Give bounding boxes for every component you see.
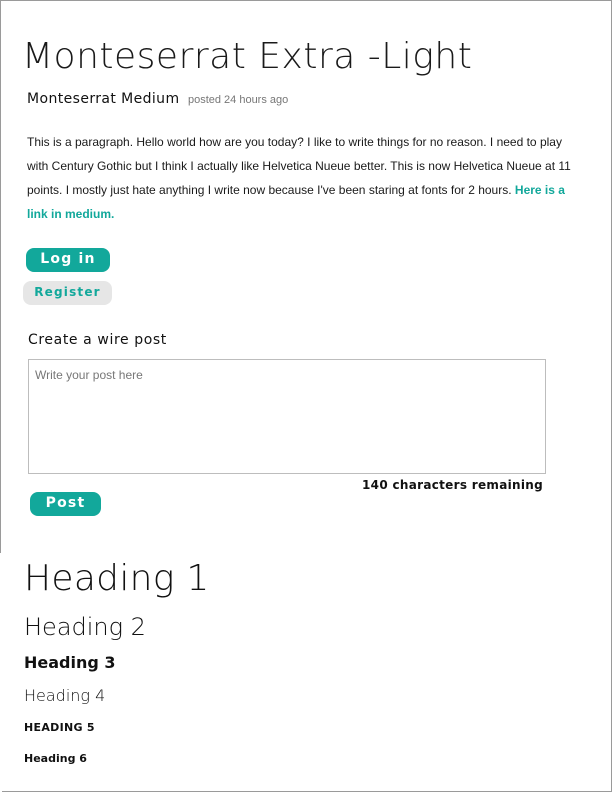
wire-post-label: Create a wire post	[28, 332, 167, 348]
register-button[interactable]: Register	[23, 281, 112, 305]
author-name[interactable]: Monteserrat Medium	[27, 91, 180, 107]
post-button[interactable]: Post	[30, 492, 101, 516]
heading-4: Heading 4	[24, 686, 106, 705]
frame-gap	[0, 553, 2, 794]
byline: Monteserrat Medium posted 24 hours ago	[27, 90, 288, 108]
heading-6: Heading 6	[24, 752, 87, 765]
login-button[interactable]: Log in	[26, 248, 110, 272]
wire-post-input[interactable]	[29, 360, 545, 473]
heading-1: Heading 1	[24, 558, 210, 599]
heading-5: HEADING 5	[24, 721, 95, 734]
post-timestamp: posted 24 hours ago	[187, 94, 289, 106]
page-title: Monteserrat Extra -Light	[22, 36, 473, 77]
body-paragraph: This is a paragraph. Hello world how are…	[27, 130, 577, 226]
wire-post-box	[28, 359, 546, 474]
characters-remaining: 140 characters remaining	[362, 478, 543, 492]
heading-2: Heading 2	[24, 613, 146, 641]
heading-3: Heading 3	[24, 653, 116, 672]
paragraph-text: This is a paragraph. Hello world how are…	[27, 135, 571, 197]
